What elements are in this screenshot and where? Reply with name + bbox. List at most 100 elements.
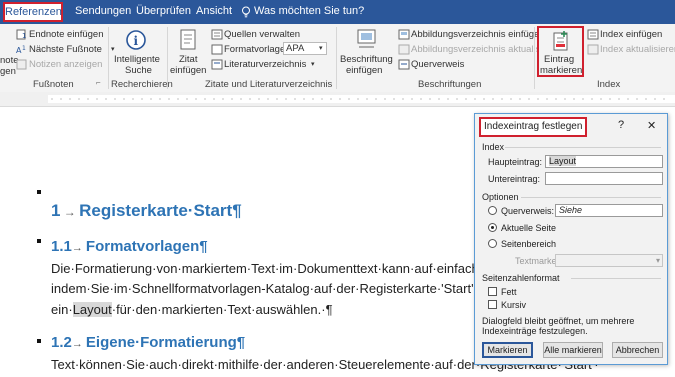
chevron-down-icon: ▾: [311, 61, 315, 68]
paragraph-line: Die·Formatierung·von·markiertem·Text·im·…: [51, 261, 479, 276]
ribbon-tab-bar: Referenzen Sendungen Überprüfen Ansicht …: [0, 0, 675, 24]
close-icon[interactable]: ✕: [647, 119, 656, 132]
heading-2-number: 1.2: [51, 334, 72, 351]
svg-text:i: i: [134, 34, 139, 48]
mark-entry-icon: [553, 31, 568, 51]
manage-sources-label: Quellen verwalten: [224, 29, 301, 40]
bold-label: Fett: [501, 287, 517, 297]
help-button[interactable]: ?: [618, 119, 624, 131]
dialog-title: Indexeintrag festlegen: [479, 117, 588, 137]
paragraph-line: indem·Sie·im·Schnellformatvorlagen-Katal…: [51, 281, 486, 296]
insert-index-label: Index einfügen: [600, 29, 663, 40]
text-run: ·für·den·markierten·Text·auswählen.·¶: [111, 302, 333, 317]
paragraph-mark-bullet: [37, 339, 41, 343]
tab-arrow: →: [60, 205, 80, 219]
captions-group-label: Beschriftungen: [418, 79, 482, 90]
paragraph-mark-bullet: [37, 190, 41, 194]
main-entry-field[interactable]: Layout: [545, 155, 663, 168]
horizontal-ruler[interactable]: [0, 92, 675, 107]
heading-1: 1 → Registerkarte·Start¶: [51, 201, 242, 221]
citations-group-label: Zitate und Literaturverzeichnis: [205, 79, 333, 90]
index-group-label: Index: [597, 79, 621, 90]
group-divider: [534, 27, 535, 89]
main-entry-label: Haupteintrag:: [488, 157, 543, 167]
update-index-label: Index aktualisieren: [600, 44, 675, 55]
tab-arrow: →: [71, 338, 86, 350]
bold-checkbox[interactable]: [488, 287, 497, 296]
insert-caption-icon: [357, 29, 376, 48]
chevron-down-icon: ▾: [319, 45, 323, 52]
next-footnote-label: Nächste Fußnote: [29, 44, 102, 55]
bookmark-dropdown[interactable]: ▾: [555, 254, 663, 267]
group-divider: [108, 27, 109, 89]
style-label: Formatvorlage:: [224, 44, 288, 55]
paragraph-mark-bullet: [37, 239, 41, 243]
smart-lookup-label-2: Suche: [125, 65, 152, 76]
insert-caption-label-1: Beschriftung: [340, 54, 393, 65]
group-divider: [336, 27, 337, 89]
section-page-format-label: Seitenzahlenformat: [482, 273, 560, 283]
italic-checkbox[interactable]: [488, 300, 497, 309]
show-notes-icon: [16, 59, 27, 70]
insert-caption-button[interactable]: Beschriftung einfügen: [340, 27, 394, 77]
ruler-ticks: [48, 95, 675, 103]
insert-tof-label: Abbildungsverzeichnis einfügen: [411, 29, 545, 40]
cancel-button[interactable]: Abbrechen: [612, 342, 663, 358]
sub-entry-label: Untereintrag:: [488, 174, 541, 184]
insert-citation-button[interactable]: Zitat einfügen: [170, 27, 208, 77]
section-index-label: Index: [482, 142, 505, 152]
tab-sendungen[interactable]: Sendungen: [75, 5, 131, 17]
sub-entry-field[interactable]: [545, 172, 663, 185]
mark-all-button[interactable]: Alle markieren: [543, 342, 603, 358]
divider: [505, 147, 661, 148]
smart-lookup-icon: i: [126, 30, 146, 50]
paragraph-line: ein·Layout·für·den·markierten·Text·auswä…: [51, 302, 333, 317]
lightbulb-icon: [242, 6, 250, 18]
insert-caption-label-2: einfügen: [346, 65, 383, 76]
index-entry-dialog: Indexeintrag festlegen ? ✕ Index Hauptei…: [474, 113, 668, 365]
group-divider: [167, 27, 168, 89]
endnote-icon: 1: [16, 29, 26, 40]
mark-entry-label-1: Eintrag: [544, 54, 575, 65]
page-range-radio[interactable]: [488, 239, 497, 248]
bibliography-icon: [211, 59, 223, 70]
heading-1-title: Registerkarte·Start¶: [79, 201, 242, 220]
insert-footnote-partial-2: gen: [0, 66, 16, 77]
insert-endnote-label: Endnote einfügen: [29, 29, 104, 40]
update-icon: [398, 44, 410, 55]
info-text-line-2: Indexeinträge festzulegen.: [482, 326, 588, 336]
show-notes-label: Notizen anzeigen: [29, 59, 103, 70]
tell-me-search[interactable]: Was möchten Sie tun?: [241, 4, 371, 20]
smart-lookup-button[interactable]: i Intelligente Suche: [112, 27, 160, 77]
cross-reference-field[interactable]: Siehe: [555, 204, 663, 217]
insert-index-icon: [587, 29, 599, 40]
tab-ansicht[interactable]: Ansicht: [196, 5, 232, 17]
divider: [521, 197, 661, 198]
bibliography-label: Literaturverzeichnis: [224, 59, 307, 70]
cross-reference-radio[interactable]: [488, 206, 497, 215]
chevron-down-icon: ▾: [655, 256, 660, 265]
insert-citation-label-1: Zitat: [179, 54, 198, 65]
smart-lookup-label-1: Intelligente: [114, 54, 160, 65]
info-text-line-1: Dialogfeld bleibt geöffnet, um mehrere: [482, 316, 635, 326]
manage-sources-icon: [211, 29, 223, 40]
tab-referenzen[interactable]: Referenzen: [3, 2, 63, 22]
heading-2-formatvorlagen: 1.1→ Formatvorlagen¶: [51, 238, 208, 255]
tab-ueberpruefen[interactable]: Überprüfen: [136, 5, 191, 17]
tab-arrow: →: [71, 242, 86, 254]
mark-button[interactable]: Markieren: [482, 342, 533, 358]
heading-2-title: Eigene·Formatierung¶: [85, 334, 246, 351]
mark-entry-button[interactable]: Eintrag markieren: [537, 26, 584, 77]
next-footnote-icon: A1: [16, 45, 26, 55]
table-of-figures-icon: [398, 29, 410, 40]
current-page-radio[interactable]: [488, 223, 497, 232]
cross-reference-icon: [398, 59, 410, 70]
italic-label: Kursiv: [501, 300, 527, 310]
dialog-launcher-icon[interactable]: ⌐: [96, 78, 101, 87]
mark-entry-label-2: markieren: [540, 65, 583, 76]
tell-me-text: Was möchten Sie tun?: [254, 5, 365, 17]
selected-word-layout[interactable]: Layout: [72, 302, 112, 317]
style-dropdown[interactable]: APA ▾: [283, 42, 327, 55]
style-value: APA: [286, 43, 305, 54]
footnotes-group-label: Fußnoten: [33, 79, 74, 90]
